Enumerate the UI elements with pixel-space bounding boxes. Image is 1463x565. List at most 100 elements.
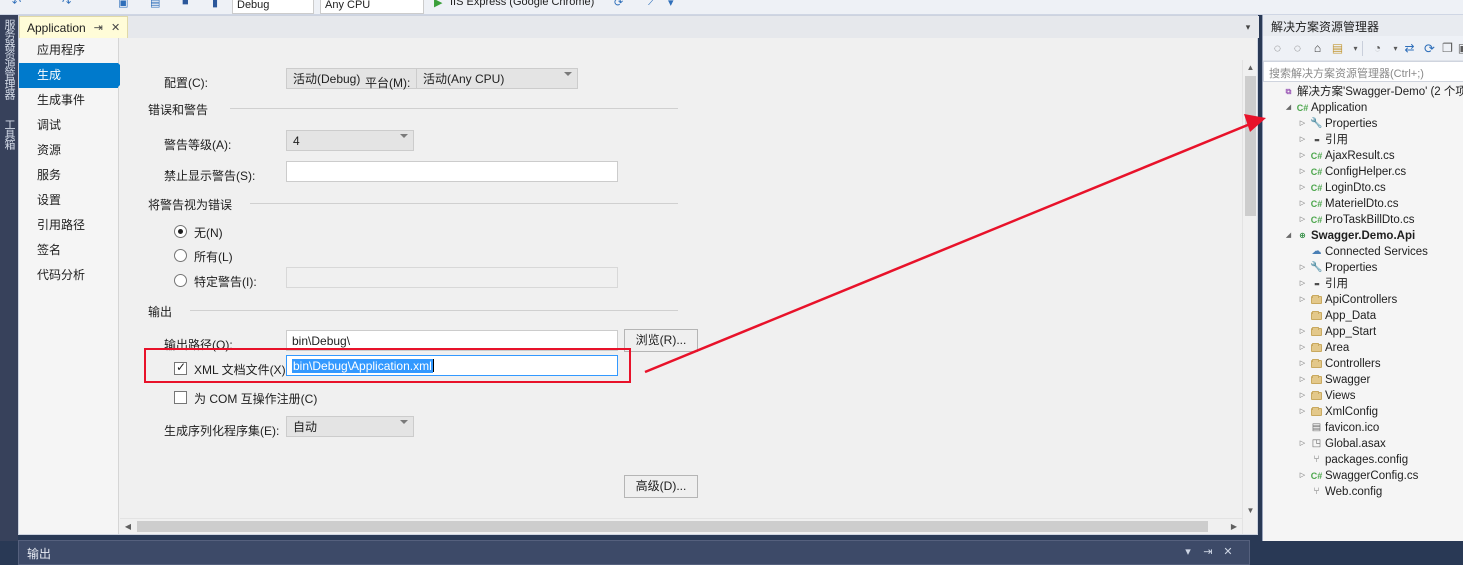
- properties-horizontal-scrollbar[interactable]: ◀ ▶: [120, 518, 1242, 534]
- home-icon[interactable]: ⌂: [1309, 40, 1326, 57]
- close-icon[interactable]: ✕: [111, 21, 120, 34]
- category-code-analysis[interactable]: 代码分析: [19, 263, 118, 288]
- tree-item[interactable]: ▤ favicon.ico: [1263, 420, 1463, 436]
- solution-configuration-combo[interactable]: Debug: [232, 0, 314, 14]
- forward-icon[interactable]: ◌: [1289, 40, 1306, 57]
- tree-item[interactable]: ▷ C# ProTaskBillDto.cs: [1263, 212, 1463, 228]
- pin-icon[interactable]: ⇥: [94, 21, 103, 34]
- tree-item[interactable]: ▷ C# MaterielDto.cs: [1263, 196, 1463, 212]
- tree-item[interactable]: ▷ Controllers: [1263, 356, 1463, 372]
- expander-expanded-icon[interactable]: ◢: [1283, 228, 1294, 244]
- scrollbar-thumb[interactable]: [137, 521, 1208, 532]
- category-debug[interactable]: 调试: [19, 113, 118, 138]
- tab-application[interactable]: Application ⇥ ✕: [19, 16, 129, 38]
- pin-icon[interactable]: ⇥: [1201, 545, 1215, 559]
- refresh-icon[interactable]: ⟳: [614, 0, 623, 9]
- tree-item[interactable]: ◢ ⊕ Swagger.Demo.Api: [1263, 228, 1463, 244]
- tree-item[interactable]: ▷ 🔧 Properties: [1263, 260, 1463, 276]
- scroll-left-icon[interactable]: ◀: [120, 519, 136, 534]
- expander-collapsed-icon[interactable]: ▷: [1297, 372, 1308, 388]
- browse-button[interactable]: 浏览(R)...: [624, 329, 698, 352]
- expander-collapsed-icon[interactable]: ▷: [1297, 404, 1308, 420]
- tree-item[interactable]: ▷ Swagger: [1263, 372, 1463, 388]
- tree-item[interactable]: ▷ App_Start: [1263, 324, 1463, 340]
- stop-icon[interactable]: ■: [182, 0, 189, 8]
- category-build[interactable]: 生成: [19, 63, 130, 88]
- undo-icon[interactable]: ↶: [12, 0, 21, 9]
- redo-icon[interactable]: ↷: [62, 0, 71, 9]
- run-target-label[interactable]: IIS Express (Google Chrome): [450, 0, 594, 8]
- category-reference-paths[interactable]: 引用路径: [19, 213, 118, 238]
- platform-combo[interactable]: 活动(Any CPU): [416, 68, 578, 89]
- chevron-down-icon[interactable]: ▾: [1181, 545, 1195, 559]
- collapse-all-icon[interactable]: ❐: [1439, 40, 1456, 57]
- expander-collapsed-icon[interactable]: ▷: [1297, 196, 1308, 212]
- tree-item[interactable]: ◢ C# Application: [1263, 100, 1463, 116]
- tree-item[interactable]: ▷ Area: [1263, 340, 1463, 356]
- expander-collapsed-icon[interactable]: ▷: [1297, 292, 1308, 308]
- expander-collapsed-icon[interactable]: ▷: [1297, 324, 1308, 340]
- category-signing[interactable]: 签名: [19, 238, 118, 263]
- xml-doc-file-input[interactable]: bin\Debug\Application.xml: [286, 355, 618, 376]
- radio-warnings-all[interactable]: [174, 249, 187, 262]
- tree-item[interactable]: ⑂ packages.config: [1263, 452, 1463, 468]
- dock-tab-toolbox[interactable]: 工具箱: [0, 119, 18, 149]
- tree-item[interactable]: ▷ XmlConfig: [1263, 404, 1463, 420]
- tab-list-icon[interactable]: ▾: [1241, 20, 1255, 34]
- suppress-warnings-input[interactable]: [286, 161, 618, 182]
- properties-icon[interactable]: ▤: [1329, 40, 1346, 57]
- back-icon[interactable]: ◌: [1269, 40, 1286, 57]
- expander-collapsed-icon[interactable]: ▷: [1297, 212, 1308, 228]
- expander-collapsed-icon[interactable]: ▷: [1297, 180, 1308, 196]
- scroll-right-icon[interactable]: ▶: [1226, 519, 1242, 534]
- show-all-files-icon[interactable]: ▣: [1455, 40, 1463, 57]
- solution-platform-combo[interactable]: Any CPU: [320, 0, 424, 14]
- expander-collapsed-icon[interactable]: ▷: [1297, 340, 1308, 356]
- pending-changes-icon[interactable]: ◔: [1369, 40, 1386, 57]
- serialization-assembly-combo[interactable]: 自动: [286, 416, 414, 437]
- category-application[interactable]: 应用程序: [19, 38, 118, 63]
- expander-collapsed-icon[interactable]: ▷: [1297, 276, 1308, 292]
- advanced-button[interactable]: 高级(D)...: [624, 475, 698, 498]
- specific-warnings-input[interactable]: [286, 267, 618, 288]
- expander-collapsed-icon[interactable]: ▷: [1297, 388, 1308, 404]
- tree-item[interactable]: ▷ C# AjaxResult.cs: [1263, 148, 1463, 164]
- scroll-down-icon[interactable]: ▼: [1243, 503, 1258, 518]
- category-resources[interactable]: 资源: [19, 138, 118, 163]
- solution-explorer-search-input[interactable]: 搜索解决方案资源管理器(Ctrl+;): [1263, 61, 1463, 82]
- scroll-up-icon[interactable]: ▲: [1243, 60, 1258, 75]
- pointer-icon[interactable]: ⟋: [648, 0, 656, 9]
- tree-item[interactable]: App_Data: [1263, 308, 1463, 324]
- expander-collapsed-icon[interactable]: ▷: [1297, 116, 1308, 132]
- tree-item[interactable]: ▷ ▪▪ 引用: [1263, 132, 1463, 148]
- expander-collapsed-icon[interactable]: ▷: [1297, 164, 1308, 180]
- category-build-events[interactable]: 生成事件: [19, 88, 118, 113]
- output-path-input[interactable]: bin\Debug\: [286, 330, 618, 351]
- scrollbar-thumb[interactable]: [1245, 76, 1256, 216]
- dock-tab-server-explorer[interactable]: 服务器资源管理器: [0, 19, 18, 99]
- refresh-icon[interactable]: ⟳: [1421, 40, 1438, 57]
- play-icon[interactable]: ▶: [434, 0, 442, 9]
- expander-expanded-icon[interactable]: ◢: [1283, 100, 1294, 116]
- step-icon[interactable]: ▮: [212, 0, 218, 9]
- tree-item[interactable]: ▷ C# ConfigHelper.cs: [1263, 164, 1463, 180]
- tree-item[interactable]: ▷ ApiControllers: [1263, 292, 1463, 308]
- expander-collapsed-icon[interactable]: ▷: [1297, 356, 1308, 372]
- toolbar-overflow-icon[interactable]: ▾: [668, 0, 674, 9]
- tree-item[interactable]: ⧉ 解决方案'Swagger-Demo' (2 个项目: [1263, 84, 1463, 100]
- category-services[interactable]: 服务: [19, 163, 118, 188]
- properties-vertical-scrollbar[interactable]: ▲ ▼: [1242, 60, 1257, 534]
- tree-item[interactable]: ▷ Views: [1263, 388, 1463, 404]
- tree-item[interactable]: ▷ 🔧 Properties: [1263, 116, 1463, 132]
- expander-collapsed-icon[interactable]: ▷: [1297, 132, 1308, 148]
- radio-warnings-none[interactable]: [174, 225, 187, 238]
- category-settings[interactable]: 设置: [19, 188, 118, 213]
- folder-open-icon[interactable]: ▤: [150, 0, 160, 9]
- com-interop-checkbox[interactable]: [174, 391, 187, 404]
- expander-collapsed-icon[interactable]: ▷: [1297, 260, 1308, 276]
- tree-item[interactable]: ▷ ▪▪ 引用: [1263, 276, 1463, 292]
- tree-item[interactable]: ▷ ◳ Global.asax: [1263, 436, 1463, 452]
- warning-level-combo[interactable]: 4: [286, 130, 414, 151]
- expander-collapsed-icon[interactable]: ▷: [1297, 468, 1308, 484]
- close-icon[interactable]: ✕: [1221, 545, 1235, 559]
